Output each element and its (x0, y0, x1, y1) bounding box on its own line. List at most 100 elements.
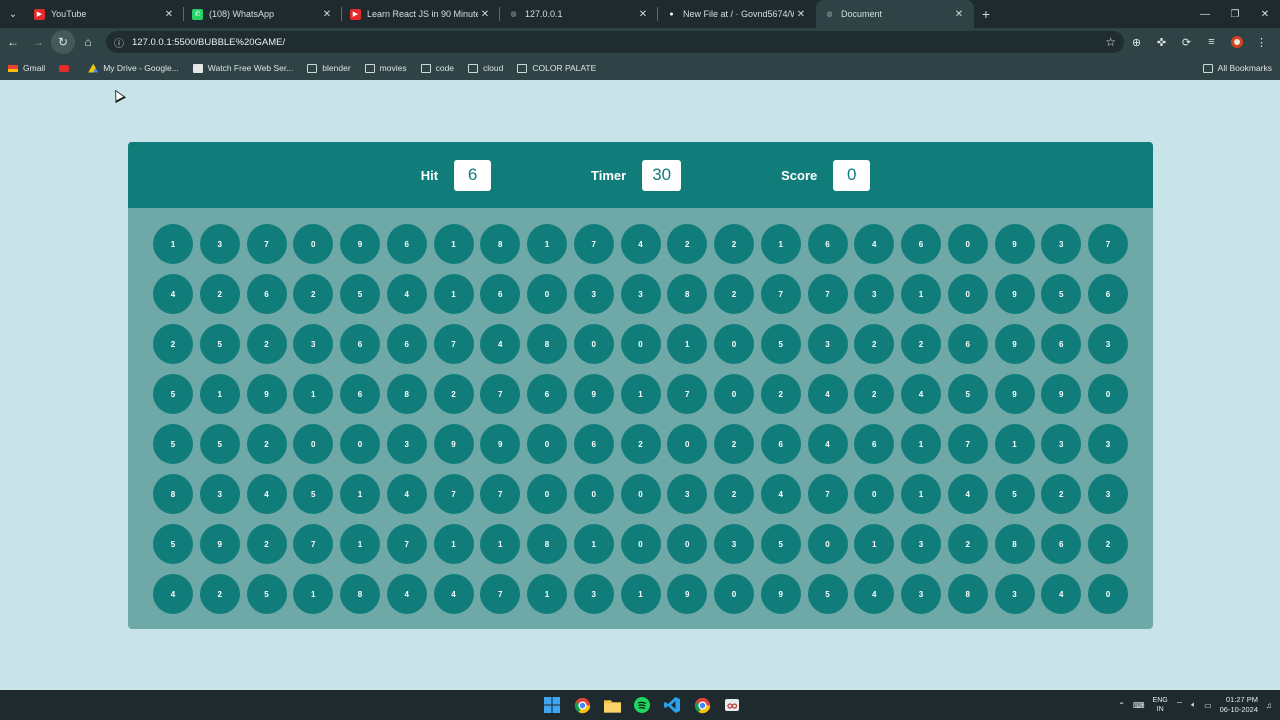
start-button[interactable] (540, 693, 564, 717)
bookmark-item[interactable]: Watch Free Web Ser... (192, 63, 293, 73)
restore-button[interactable]: ❐ (1220, 0, 1250, 28)
bubble[interactable]: 4 (854, 224, 895, 264)
bubble[interactable]: 4 (386, 274, 427, 314)
bubble[interactable]: 7 (480, 374, 521, 414)
chevron-up-icon[interactable]: ⌃ (1118, 701, 1125, 710)
tab-close-icon[interactable]: ✕ (478, 9, 492, 20)
bubble[interactable]: 8 (947, 574, 988, 614)
bubble[interactable]: 6 (947, 324, 988, 364)
bubble[interactable]: 1 (527, 574, 567, 614)
tab-search-button[interactable]: ⌄ (0, 0, 26, 28)
bubble[interactable]: 4 (153, 274, 193, 314)
minimize-button[interactable]: — (1190, 0, 1220, 28)
bubble[interactable]: 5 (994, 474, 1035, 514)
bubble[interactable]: 5 (246, 574, 287, 614)
bubble[interactable]: 0 (527, 424, 567, 464)
bubble[interactable]: 2 (293, 274, 334, 314)
bubble[interactable]: 5 (760, 324, 801, 364)
bubble[interactable]: 5 (760, 524, 801, 564)
bubble[interactable]: 2 (1041, 474, 1082, 514)
bubble[interactable]: 0 (667, 424, 708, 464)
bubble[interactable]: 4 (480, 324, 521, 364)
extensions-puzzle-icon[interactable]: ✜ (1149, 30, 1174, 54)
volume-icon[interactable]: 🔈︎ (1191, 700, 1196, 710)
bubble[interactable]: 2 (854, 324, 895, 364)
bubble[interactable]: 1 (854, 524, 895, 564)
bubble[interactable]: 6 (854, 424, 895, 464)
bubble[interactable]: 8 (994, 524, 1035, 564)
bookmark-item[interactable]: code (420, 63, 454, 73)
close-window-button[interactable]: ✕ (1250, 0, 1280, 28)
bubble[interactable]: 5 (199, 324, 240, 364)
bubble[interactable]: 1 (901, 274, 941, 314)
bubble[interactable]: 3 (573, 574, 614, 614)
bubble[interactable]: 1 (480, 524, 521, 564)
clock[interactable]: 01:27 PM 06-10-2024 (1220, 695, 1258, 715)
bubble[interactable]: 0 (620, 524, 661, 564)
bubble[interactable]: 3 (1041, 424, 1082, 464)
bubble[interactable]: 9 (760, 574, 801, 614)
bubble[interactable]: 4 (153, 574, 193, 614)
bubble[interactable]: 0 (714, 574, 754, 614)
tab-close-icon[interactable]: ✕ (636, 9, 650, 20)
bookmark-item[interactable]: movies (364, 63, 407, 73)
bubble[interactable]: 0 (1088, 574, 1128, 614)
bubble[interactable]: 5 (199, 424, 240, 464)
bubble[interactable]: 3 (199, 224, 240, 264)
bubble[interactable]: 0 (854, 474, 895, 514)
bubble[interactable]: 1 (293, 374, 334, 414)
bubble[interactable]: 6 (1088, 274, 1128, 314)
bubble[interactable]: 6 (386, 224, 427, 264)
bubble[interactable]: 7 (480, 574, 521, 614)
bubble[interactable]: 3 (901, 574, 941, 614)
bubble[interactable]: 7 (807, 474, 848, 514)
bubble[interactable]: 6 (340, 374, 380, 414)
address-bar[interactable]: ⓘ 127.0.0.1:5500/BUBBLE%20GAME/ ☆ (106, 31, 1124, 53)
bubble[interactable]: 6 (386, 324, 427, 364)
bubble[interactable]: 3 (293, 324, 334, 364)
bubble[interactable]: 6 (246, 274, 287, 314)
bubble[interactable]: 4 (901, 374, 941, 414)
bubble[interactable]: 5 (153, 424, 193, 464)
bookmark-star-icon[interactable]: ☆ (1105, 35, 1116, 49)
bubble[interactable]: 7 (246, 224, 287, 264)
bubble[interactable]: 1 (433, 224, 474, 264)
bubble[interactable]: 9 (994, 224, 1035, 264)
bubble[interactable]: 4 (246, 474, 287, 514)
bubble[interactable]: 9 (994, 374, 1035, 414)
vscode-icon[interactable] (660, 693, 684, 717)
bubble[interactable]: 8 (386, 374, 427, 414)
bubble[interactable]: 3 (386, 424, 427, 464)
bookmark-item[interactable] (59, 63, 74, 73)
tab-close-icon[interactable]: ✕ (320, 9, 334, 20)
bubble[interactable]: 2 (714, 224, 754, 264)
browser-tab[interactable]: ◍ 127.0.0.1 ✕ (500, 0, 658, 28)
bubble[interactable]: 2 (199, 274, 240, 314)
bubble[interactable]: 5 (153, 524, 193, 564)
bubble[interactable]: 8 (340, 574, 380, 614)
bubble[interactable]: 9 (994, 274, 1035, 314)
bubble[interactable]: 0 (620, 474, 661, 514)
bubble[interactable]: 8 (527, 324, 567, 364)
bubble[interactable]: 6 (573, 424, 614, 464)
bubble[interactable]: 2 (433, 374, 474, 414)
bubble[interactable]: 0 (947, 274, 988, 314)
reload-button[interactable]: ↻ (51, 30, 75, 54)
bubble[interactable]: 3 (807, 324, 848, 364)
bubble[interactable]: 2 (199, 574, 240, 614)
bubble[interactable]: 0 (340, 424, 380, 464)
bubble[interactable]: 1 (433, 274, 474, 314)
bubble[interactable]: 0 (527, 274, 567, 314)
bubble[interactable]: 9 (573, 374, 614, 414)
bubble[interactable]: 1 (527, 224, 567, 264)
forward-button[interactable]: → (26, 30, 50, 54)
bubble[interactable]: 6 (760, 424, 801, 464)
bubble[interactable]: 4 (854, 574, 895, 614)
bubble[interactable]: 0 (714, 374, 754, 414)
bubble[interactable]: 4 (1041, 574, 1082, 614)
home-button[interactable]: ⌂ (76, 30, 100, 54)
bubble[interactable]: 2 (760, 374, 801, 414)
bubble[interactable]: 2 (620, 424, 661, 464)
notification-bell-icon[interactable]: ♫ (1266, 701, 1272, 710)
bubble[interactable]: 4 (807, 374, 848, 414)
